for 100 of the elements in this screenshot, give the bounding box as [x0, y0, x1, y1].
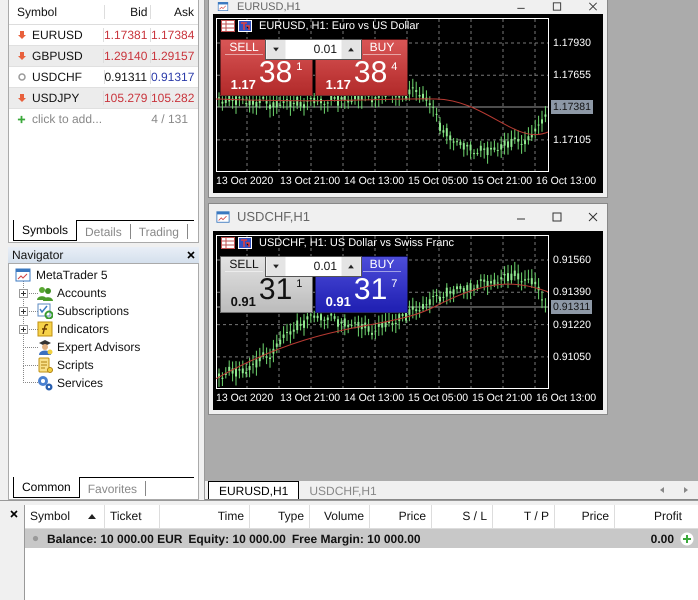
symbol-count: 4 / 131 — [151, 112, 189, 126]
balance-text: Balance: 10 000.00 EUR — [47, 532, 182, 546]
add-icon[interactable] — [680, 532, 694, 546]
column-header[interactable]: Ticket — [105, 505, 160, 528]
ask-cell: 0.91317 — [150, 70, 198, 84]
add-symbol-link[interactable]: click to add... — [32, 112, 102, 126]
scroll-icon — [37, 357, 53, 373]
panel-tab[interactable]: Symbols — [13, 220, 78, 241]
chart-window-icon[interactable] — [15, 267, 31, 283]
chart-icon[interactable] — [238, 20, 252, 32]
panel-tab[interactable]: Common — [13, 477, 80, 498]
close-icon[interactable] — [587, 1, 599, 12]
checklist-icon — [37, 303, 53, 319]
symbol-cell: GBPUSD — [32, 49, 83, 63]
column-header[interactable]: T / P — [493, 505, 555, 528]
symbol-cell: USDCHF — [32, 70, 82, 84]
tree-item[interactable]: MetaTrader 5 — [36, 268, 108, 282]
time-label: 14 Oct 13:00 — [344, 175, 404, 187]
price-label: 0.91220 — [552, 318, 592, 332]
equity-text: Equity: 10 000.00 — [188, 532, 286, 546]
ask-cell: 105.282 — [150, 91, 198, 105]
buy-button[interactable]: BUY — [363, 40, 401, 55]
current-price-label: 1.17381 — [551, 100, 593, 114]
time-label: 13 Oct 2020 — [216, 175, 274, 187]
column-header[interactable]: Price — [370, 505, 432, 528]
time-label: 15 Oct 05:00 — [408, 175, 468, 187]
close-icon[interactable] — [187, 251, 195, 259]
bid-cell: 1.29140 — [103, 49, 150, 63]
column-header[interactable]: Time — [160, 505, 250, 528]
time-label: 15 Oct 05:00 — [408, 392, 468, 404]
gears-icon — [37, 375, 53, 391]
column-header[interactable]: Profit — [615, 505, 687, 528]
table-icon[interactable] — [221, 20, 235, 32]
scroll-right-icon[interactable] — [682, 486, 690, 494]
tree-item[interactable]: Services — [57, 376, 104, 390]
tree-item[interactable]: Subscriptions — [57, 304, 130, 318]
graduate-icon — [37, 339, 53, 355]
chart-window-icon — [215, 210, 231, 224]
window-title: EURUSD,H1 — [237, 0, 301, 12]
column-header[interactable]: S / L — [432, 505, 493, 528]
time-label: 14 Oct 13:00 — [344, 392, 404, 404]
bid-cell: 1.17381 — [103, 28, 150, 42]
maximize-icon[interactable] — [551, 1, 563, 12]
panel-title: Navigator — [12, 248, 64, 262]
free-margin-text: Free Margin: 10 000.00 — [292, 532, 421, 546]
column-header[interactable]: Volume — [310, 505, 370, 528]
panel-tab[interactable]: Favorites — [80, 481, 146, 496]
table-icon[interactable] — [221, 237, 235, 249]
tree-item[interactable]: Indicators — [57, 322, 110, 336]
expand-toggle[interactable] — [19, 306, 28, 316]
time-label: 16 Oct 13:00 — [536, 175, 596, 187]
chart-title: EURUSD, H1: Euro vs US Dollar — [259, 20, 420, 32]
quote-row[interactable]: USDJPY 105.279 105.282 — [9, 88, 198, 109]
chart-title: USDCHF, H1: US Dollar vs Swiss Franc — [259, 237, 454, 249]
time-label: 16 Oct 13:00 — [536, 392, 596, 404]
current-price-label: 0.91311 — [551, 300, 592, 314]
function-icon — [37, 321, 53, 337]
ask-cell: 1.17384 — [150, 28, 198, 42]
sell-button[interactable]: SELL — [225, 257, 263, 272]
time-label: 15 Oct 21:00 — [472, 392, 532, 404]
circle-icon — [32, 535, 39, 542]
bid-cell: 105.279 — [103, 91, 150, 105]
bid-cell: 0.91311 — [104, 70, 150, 84]
expand-toggle[interactable] — [19, 324, 28, 334]
panel-tab[interactable]: Trading — [130, 224, 188, 239]
time-label: 13 Oct 21:00 — [280, 175, 340, 187]
time-label: 13 Oct 21:00 — [280, 392, 340, 404]
price-label: 0.91390 — [552, 285, 592, 300]
tree-item[interactable]: Scripts — [57, 358, 94, 372]
plus-icon — [17, 114, 26, 124]
scroll-left-icon[interactable] — [658, 486, 666, 494]
balance-row[interactable]: Balance: 10 000.00 EUR Equity: 10 000.00 Free Margin: 10 000.00 0.00 — [25, 529, 698, 548]
column-header[interactable]: Ask — [150, 5, 198, 19]
price-label: 1.17655 — [552, 68, 592, 82]
close-icon[interactable] — [10, 510, 18, 518]
expand-toggle[interactable] — [19, 288, 28, 298]
price-label: 1.17105 — [552, 132, 592, 147]
ask-cell: 1.29157 — [150, 49, 198, 63]
symbol-cell: USDJPY — [32, 91, 80, 105]
tree-item[interactable]: Expert Advisors — [57, 340, 140, 354]
sell-button[interactable]: SELL — [225, 40, 263, 55]
window-title: USDCHF,H1 — [237, 209, 310, 224]
column-header[interactable]: Type — [250, 505, 310, 528]
chart-icon[interactable] — [238, 237, 252, 249]
people-icon — [37, 285, 53, 301]
symbol-cell: EURUSD — [32, 28, 83, 42]
column-header[interactable]: Symbol — [9, 5, 104, 19]
chart-window-icon — [215, 1, 231, 12]
column-header[interactable]: Price — [555, 505, 615, 528]
time-label: 15 Oct 21:00 — [472, 175, 532, 187]
tree-item[interactable]: Accounts — [57, 286, 106, 300]
column-header[interactable]: Bid — [104, 5, 150, 19]
maximize-icon[interactable] — [551, 210, 563, 222]
quote-row[interactable]: GBPUSD 1.29140 1.29157 — [9, 46, 198, 67]
panel-tab[interactable]: Details — [77, 224, 131, 239]
chart-tab[interactable]: EURUSD,H1 — [208, 481, 300, 499]
buy-button[interactable]: BUY — [363, 257, 401, 272]
time-label: 13 Oct 2020 — [216, 392, 274, 404]
close-icon[interactable] — [587, 210, 599, 222]
column-header[interactable]: Symbol — [25, 505, 105, 528]
